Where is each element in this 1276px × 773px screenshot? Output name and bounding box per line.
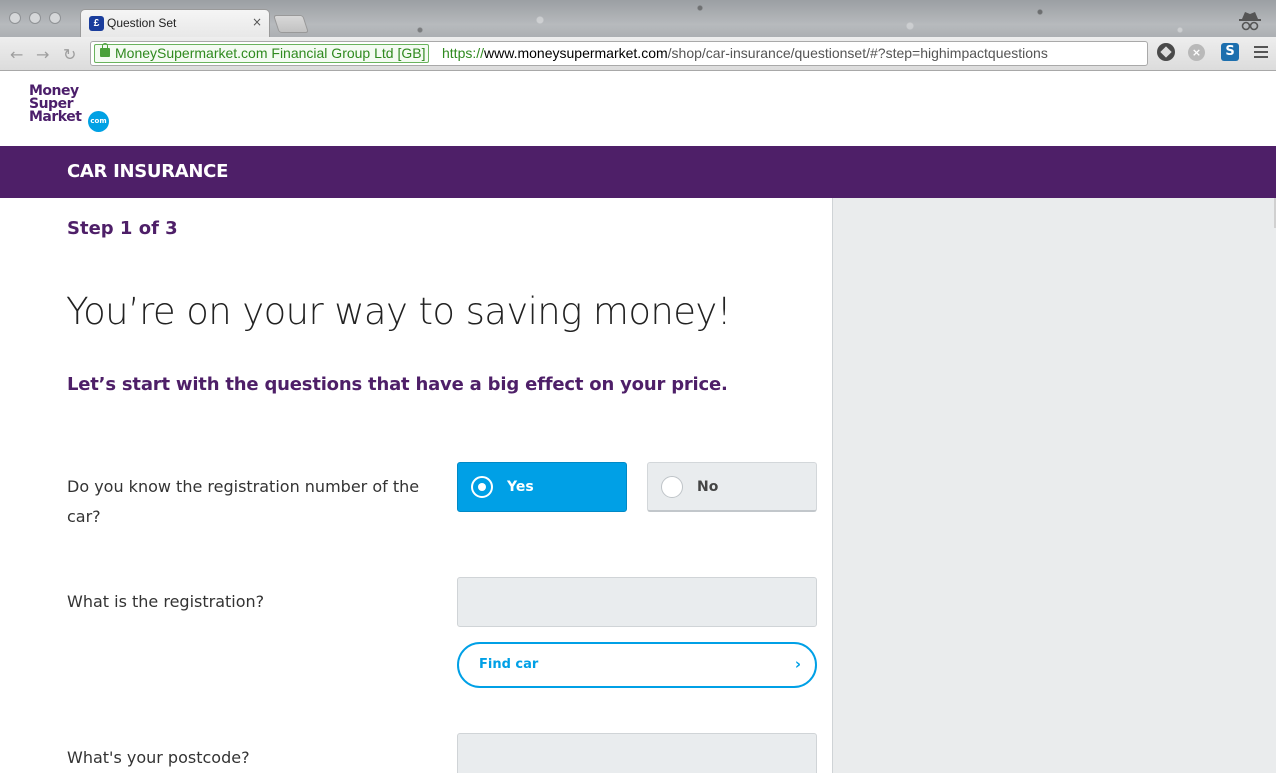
incognito-icon: [1239, 12, 1261, 31]
chevron-right-icon: ›: [794, 655, 801, 673]
url-host: www.moneysupermarket.com: [484, 45, 668, 61]
address-bar[interactable]: MoneySupermarket.com Financial Group Ltd…: [90, 41, 1148, 66]
browser-tab-question-set[interactable]: £ Question Set ×: [80, 9, 270, 37]
close-circle-extension-icon[interactable]: ×: [1188, 44, 1205, 61]
radio-unselected-icon: [661, 476, 683, 498]
pound-favicon-icon: £: [89, 16, 104, 31]
minimize-window-button[interactable]: [29, 12, 41, 24]
page-headline: You’re on your way to saving money!: [66, 290, 732, 333]
option-no-button[interactable]: No: [647, 462, 817, 512]
url-path: /shop/car-insurance/questionset/#?step=h…: [667, 45, 1048, 61]
tab-close-icon[interactable]: ×: [252, 15, 262, 29]
question-postcode-label: What's your postcode?: [67, 748, 250, 767]
option-yes-button[interactable]: Yes: [457, 462, 627, 512]
reload-icon[interactable]: ↻: [63, 45, 76, 64]
tab-title: Question Set: [107, 16, 177, 30]
ev-certificate-badge[interactable]: MoneySupermarket.com Financial Group Ltd…: [94, 43, 430, 63]
site-header: Money Super Market com: [0, 71, 1276, 146]
find-car-label: Find car: [479, 657, 539, 672]
step-indicator: Step 1 of 3: [67, 218, 178, 239]
hexagon-extension-icon[interactable]: [1157, 43, 1175, 61]
browser-toolbar: ← → ↻ MoneySupermarket.com Financial Gro…: [0, 37, 1276, 71]
back-arrow-icon[interactable]: ←: [10, 45, 23, 64]
registration-input[interactable]: [457, 577, 817, 627]
url-scheme: https://: [442, 45, 485, 61]
new-tab-button[interactable]: [273, 15, 309, 33]
close-window-button[interactable]: [9, 12, 21, 24]
moneysupermarket-logo[interactable]: Money Super Market com: [29, 84, 119, 135]
zoom-window-button[interactable]: [49, 12, 61, 24]
question-registration-label: What is the registration?: [67, 592, 265, 611]
find-car-button[interactable]: Find car ›: [457, 642, 817, 688]
radio-selected-icon: [471, 476, 493, 498]
postcode-input[interactable]: [457, 733, 817, 773]
section-banner: CAR INSURANCE: [0, 146, 1276, 198]
forward-arrow-icon[interactable]: →: [36, 45, 49, 64]
option-yes-label: Yes: [507, 479, 534, 495]
ev-organization-label: MoneySupermarket.com Financial Group Ltd…: [115, 45, 426, 61]
option-no-label: No: [697, 479, 719, 495]
s-extension-icon[interactable]: S: [1221, 43, 1239, 61]
side-panel: [832, 198, 1276, 773]
page-subheading: Let’s start with the questions that have…: [67, 374, 728, 395]
logo-com-badge: com: [88, 111, 109, 132]
url-text[interactable]: https://www.moneysupermarket.com/shop/ca…: [442, 42, 1048, 65]
section-title: CAR INSURANCE: [67, 161, 229, 182]
lock-icon: [100, 43, 110, 57]
hamburger-menu-icon[interactable]: [1254, 46, 1268, 58]
question-registration-known-label: Do you know the registration number of t…: [67, 477, 420, 526]
